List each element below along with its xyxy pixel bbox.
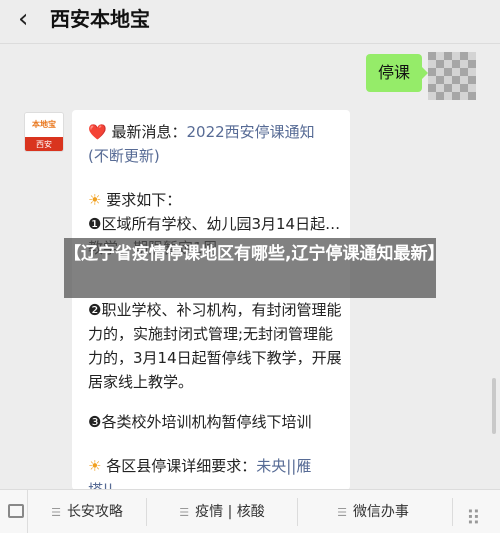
district-prefix: 各区县停课详细要求： (106, 457, 257, 475)
menu-label: 微信办事 (352, 504, 409, 520)
menu-item-wechat-services[interactable]: ☰ 微信办事 (298, 490, 448, 533)
district-line: ☀ 各区县停课详细要求：未央||雁塔||… (88, 454, 342, 490)
scrollbar[interactable] (492, 378, 496, 434)
sent-message-bubble: 停课 (366, 54, 428, 92)
sun-icon: ☀ (88, 457, 102, 475)
requirement-item-2: ❷职业学校、补习机构，有封闭管理能力的，实施封闭式管理;无封闭管理能力的，3月1… (88, 301, 342, 391)
heart-icon: ❤️ (88, 123, 107, 141)
menu-label: 疫情 | 核酸 (195, 504, 265, 520)
menu-grip-icon[interactable]: ⠿ (466, 506, 481, 530)
requirements-title: ☀ 要求如下： (88, 188, 342, 212)
menu-item-changan[interactable]: ☰ 长安攻略 (28, 490, 146, 533)
top-bar: ‹ 西安本地宝 (0, 0, 500, 44)
overlay-banner: 【辽宁省疫情停课地区有哪些,辽宁停课通知最新】 (64, 238, 444, 298)
bot-avatar-city: 西安 (25, 137, 63, 151)
bot-avatar[interactable]: 本地宝 西安 (24, 112, 64, 152)
requirements-label: 要求如下： (106, 191, 182, 209)
menu-divider (452, 498, 453, 526)
reply-message-bubble: ❤️ 最新消息：2022西安停课通知 (不断更新) ☀ 要求如下： ❶区域所有学… (72, 110, 350, 490)
news-link[interactable]: 2022西安停课通知 (186, 123, 314, 141)
news-line: ❤️ 最新消息：2022西安停课通知 (不断更新) (88, 120, 342, 168)
menu-list-icon: ☰ (179, 506, 190, 519)
chat-title: 西安本地宝 (50, 7, 150, 31)
news-suffix[interactable]: (不断更新) (88, 147, 160, 165)
bottom-menu-bar: ☰ 长安攻略 ☰ 疫情 | 核酸 ☰ 微信办事 (0, 489, 500, 533)
back-arrow-icon[interactable]: ‹ (18, 2, 28, 36)
menu-list-icon: ☰ (337, 506, 347, 519)
menu-label: 长安攻略 (66, 504, 123, 520)
keyboard-icon[interactable] (0, 490, 28, 533)
sun-icon: ☀ (88, 191, 102, 209)
sender-avatar[interactable] (428, 52, 476, 100)
menu-item-epidemic[interactable]: ☰ 疫情 | 核酸 (147, 490, 297, 533)
bot-avatar-logo: 本地宝 (25, 113, 63, 137)
requirement-item-3: ❸各类校外培训机构暂停线下培训 (88, 413, 312, 431)
news-prefix: 最新消息： (111, 123, 187, 141)
menu-list-icon: ☰ (51, 506, 61, 519)
